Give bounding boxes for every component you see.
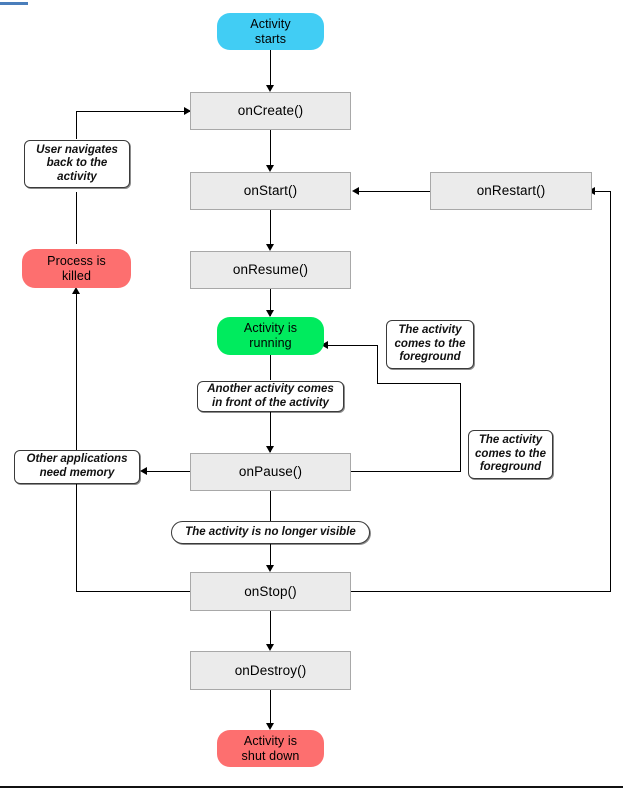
edge-onstop-to-ondestroy — [270, 611, 271, 647]
edge-left-killed-riser — [76, 292, 77, 591]
edge-onstop-to-right — [351, 591, 611, 592]
method-box-onrestart[interactable]: onRestart() — [430, 172, 592, 210]
top-accent-rule — [0, 2, 28, 5]
edge-killed-to-navigate — [76, 192, 77, 244]
method-box-ondestroy[interactable]: onDestroy() — [190, 651, 351, 690]
state-activity-starts[interactable]: Activity starts — [217, 13, 324, 50]
note-other-applications-need-memory: Other applications need memory — [14, 450, 140, 484]
edge-foreground-into-running — [327, 345, 377, 346]
edge-onpause-to-note — [270, 491, 271, 521]
edge-foreground-lower-to-running — [377, 345, 378, 383]
edge-onpause-to-memory — [145, 471, 190, 472]
arrowhead-onpause — [266, 446, 274, 453]
arrowhead-running — [266, 310, 274, 317]
state-process-killed[interactable]: Process is killed — [22, 249, 131, 288]
method-box-onresume[interactable]: onResume() — [190, 251, 351, 289]
arrowhead-onstart — [266, 165, 274, 172]
edge-navigate-into-oncreate — [76, 111, 190, 112]
method-box-oncreate[interactable]: onCreate() — [190, 92, 351, 130]
bottom-separator-rule — [0, 786, 623, 788]
arrowhead-oncreate — [266, 85, 274, 92]
arrowhead-onstop — [266, 565, 274, 572]
edge-running-to-note — [270, 355, 271, 380]
note-foreground-upper: The activity comes to the foreground — [386, 320, 474, 369]
arrowhead-shutdown — [266, 723, 274, 730]
method-box-onpause[interactable]: onPause() — [190, 453, 351, 491]
note-activity-no-longer-visible: The activity is no longer visible — [171, 521, 370, 544]
arrowhead-onresume — [266, 244, 274, 251]
edge-onpause-to-right — [351, 471, 461, 472]
note-foreground-lower: The activity comes to the foreground — [468, 430, 553, 479]
edge-foreground-lower-return — [377, 383, 461, 384]
arrowhead-onstart-from-restart — [352, 187, 359, 195]
state-activity-running[interactable]: Activity is running — [217, 317, 324, 355]
note-another-activity-in-front: Another activity comes in front of the a… — [197, 381, 344, 412]
state-activity-shut-down[interactable]: Activity is shut down — [217, 730, 324, 767]
arrowhead-process-killed — [72, 287, 80, 294]
edge-onstop-to-left — [76, 591, 190, 592]
edge-oncreate-to-onstart — [270, 130, 271, 166]
arrowhead-memory-note — [140, 467, 147, 475]
edge-foreground-lower-riser — [460, 383, 461, 471]
edge-start-to-oncreate — [270, 50, 271, 86]
activity-lifecycle-diagram: Activity starts onCreate() onStart() onR… — [0, 0, 623, 796]
note-user-navigates-back: User navigates back to the activity — [24, 140, 130, 188]
edge-right-riser — [610, 191, 611, 591]
arrowhead-ondestroy — [266, 644, 274, 651]
method-box-onstop[interactable]: onStop() — [190, 572, 351, 611]
method-box-onstart[interactable]: onStart() — [190, 172, 351, 210]
edge-onrestart-to-onstart — [358, 191, 430, 192]
edge-onstart-to-onresume — [270, 209, 271, 245]
edge-navigate-to-oncreate-riser — [76, 111, 77, 139]
